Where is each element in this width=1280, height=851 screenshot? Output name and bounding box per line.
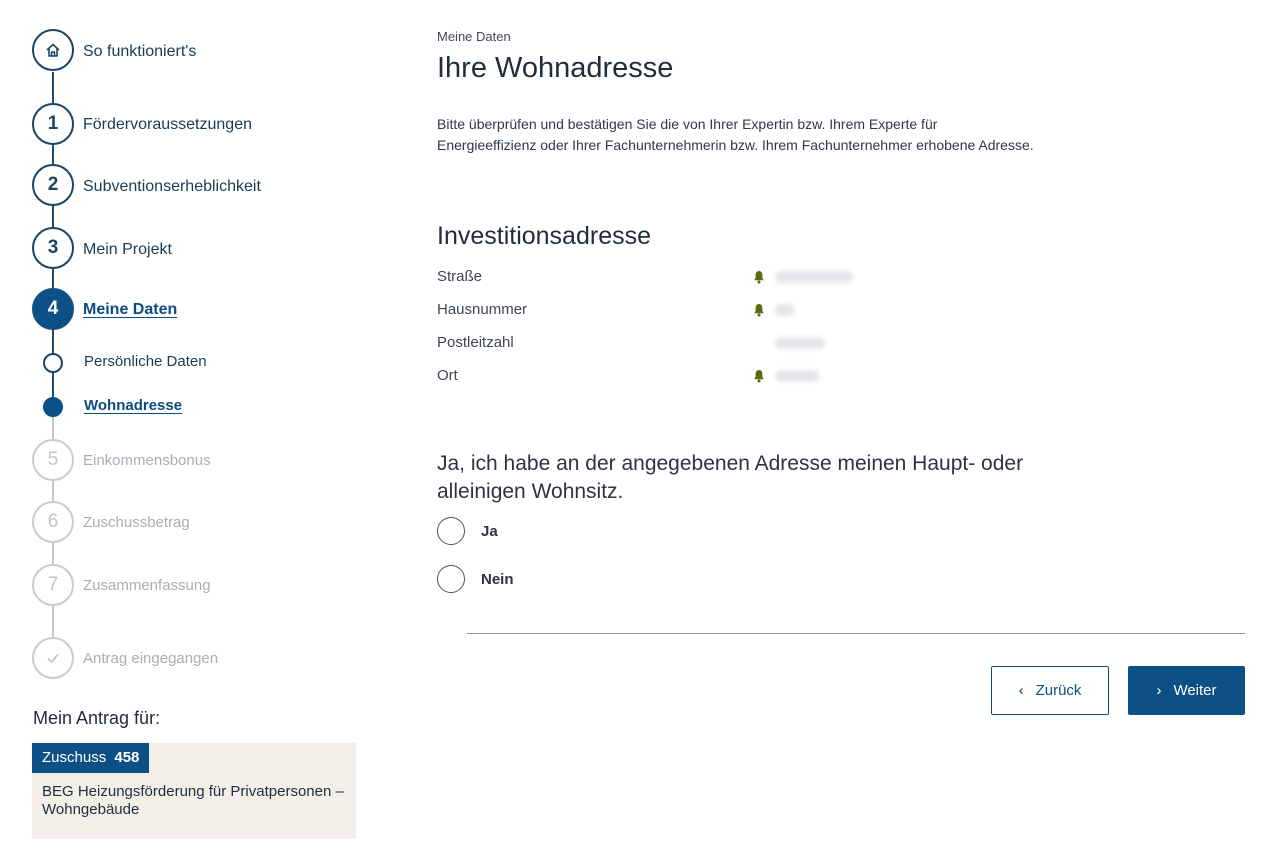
substep-dot-current (43, 397, 63, 417)
sidebar-item-label: Zusammenfassung (83, 577, 211, 594)
check-icon (47, 654, 59, 664)
sidebar-item-label[interactable]: Subventionserheblichkeit (83, 177, 261, 197)
antrag-heading: Mein Antrag für: (33, 708, 161, 728)
next-button-label[interactable]: Weiter (1173, 682, 1216, 699)
antrag-summary-card: Zuschuss 458 BEG Heizungsförderung für P… (32, 743, 356, 839)
back-button[interactable]: ‹ Zurück (991, 666, 1109, 715)
address-value-redacted (775, 304, 795, 316)
step-number-circle[interactable]: 4 (32, 288, 74, 330)
radio-option-nein[interactable]: Nein (437, 565, 514, 593)
address-label: Hausnummer (437, 301, 528, 318)
step-number-circle[interactable]: 3 (32, 227, 74, 269)
antrag-badge-prefix: Zuschuss (42, 749, 107, 766)
address-label: Postleitzahl (437, 334, 514, 351)
bell-icon (754, 304, 764, 317)
step-number-circle[interactable]: 1 (32, 103, 74, 145)
step-number-circle: 6 (32, 501, 74, 543)
bell-icon (754, 370, 764, 383)
main-content: Meine Daten Ihre Wohnadresse Bitte überp… (437, 0, 1257, 851)
address-label: Straße (437, 268, 483, 285)
radio-option-ja[interactable]: Ja (437, 517, 498, 545)
step-number-circle: 5 (32, 439, 74, 481)
address-value-redacted (775, 337, 825, 349)
sidebar-item-label[interactable]: Fördervoraussetzungen (83, 115, 252, 135)
home-step-circle[interactable] (32, 29, 74, 71)
radio-label[interactable]: Nein (481, 571, 514, 588)
next-button[interactable]: › Weiter (1128, 666, 1245, 715)
page-overline: Meine Daten (437, 29, 511, 44)
progress-sidebar: So funktioniert's 1 Fördervoraussetzunge… (0, 0, 400, 851)
antrag-badge: Zuschuss 458 (32, 743, 150, 773)
house-icon (46, 43, 60, 57)
sidebar-item-label[interactable]: Mein Projekt (83, 240, 172, 260)
divider (467, 633, 1245, 634)
chevron-right-icon: › (1156, 682, 1162, 699)
chevron-left-icon: ‹ (1018, 682, 1024, 699)
bell-icon (754, 271, 764, 284)
radio-label[interactable]: Ja (481, 523, 498, 540)
radio-button[interactable] (437, 517, 465, 545)
step-number-circle: 7 (32, 564, 74, 606)
step-number-circle[interactable]: 2 (32, 164, 74, 206)
address-label: Ort (437, 367, 458, 384)
sidebar-substep-label[interactable]: Wohnadresse (84, 396, 182, 416)
sidebar-substep-label[interactable]: Persönliche Daten (84, 352, 207, 372)
antrag-badge-number: 458 (114, 749, 140, 766)
radio-button[interactable] (437, 565, 465, 593)
address-value-redacted (775, 271, 853, 283)
antrag-description: BEG Heizungsförderung für Privatpersonen… (42, 783, 344, 818)
sidebar-item-label[interactable]: Meine Daten (83, 300, 177, 320)
intro-text: Bitte überprüfen und bestätigen Sie die … (437, 116, 1034, 153)
substep-dot (43, 353, 63, 373)
sidebar-item-label: Zuschussbetrag (83, 514, 190, 531)
address-value-redacted (775, 370, 819, 382)
sidebar-item-label: Antrag eingegangen (83, 650, 219, 667)
sidebar-item-label: Einkommensbonus (83, 452, 211, 469)
final-step-circle (32, 637, 74, 679)
page-title: Ihre Wohnadresse (437, 52, 674, 84)
section-title: Investitionsadresse (437, 222, 652, 250)
back-button-label[interactable]: Zurück (1036, 682, 1082, 699)
residence-question: Ja, ich habe an der angegebenen Adresse … (437, 452, 1024, 503)
sidebar-item-label[interactable]: So funktioniert's (83, 42, 196, 62)
